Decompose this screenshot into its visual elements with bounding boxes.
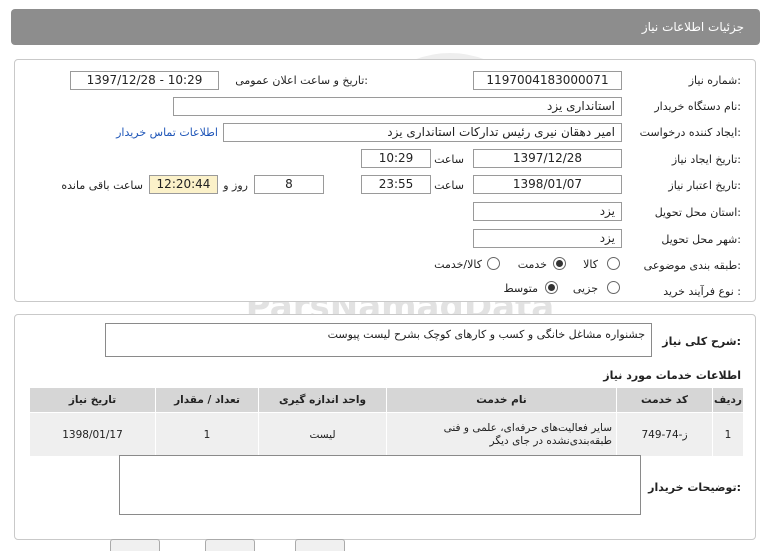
delivery-city-field: یزد bbox=[473, 229, 622, 248]
created-date-label: تاریخ ایجاد نیاز: bbox=[671, 153, 741, 166]
footer-button-right[interactable] bbox=[295, 539, 345, 551]
col-name-header: نام خدمت bbox=[386, 387, 617, 413]
services-section-title: اطلاعات خدمات مورد نیاز bbox=[603, 369, 741, 382]
cell-unit: لیست bbox=[258, 412, 387, 457]
col-qty-header: تعداد / مقدار bbox=[155, 387, 259, 413]
remaining-label: ساعت باقی مانده bbox=[61, 179, 143, 192]
category-option-goods-service: کالا/خدمت bbox=[434, 258, 482, 271]
process-radio-medium[interactable] bbox=[545, 281, 558, 294]
buyer-notes-field bbox=[119, 455, 641, 515]
col-code-header: کد خدمت bbox=[616, 387, 713, 413]
col-date-header: تاریخ نیاز bbox=[29, 387, 156, 413]
delivery-city-label: شهر محل تحویل: bbox=[661, 233, 741, 246]
footer-button-mid[interactable] bbox=[205, 539, 255, 551]
table-row: 1 ز-74-749 سایر فعالیت‌های حرفه‌ای، علمی… bbox=[29, 412, 744, 457]
col-unit-header: واحد اندازه گیری bbox=[258, 387, 387, 413]
validity-label: تاریخ اعتبار نیاز: bbox=[668, 179, 741, 192]
cell-qty: 1 bbox=[155, 412, 259, 457]
buyer-notes-label: توضیحات خریدار: bbox=[648, 481, 741, 494]
col-row-header: ردیف bbox=[712, 387, 744, 413]
process-option-minor: جزیی bbox=[572, 282, 598, 295]
created-date-field: 1397/12/28 bbox=[473, 149, 622, 168]
page-header: جزئیات اطلاعات نیاز bbox=[11, 9, 760, 45]
general-desc-field: جشنواره مشاغل خانگی و کسب و کارهای کوچک … bbox=[105, 323, 652, 357]
category-option-goods: کالا bbox=[583, 258, 598, 271]
days-label: روز و bbox=[223, 179, 248, 192]
services-table: ردیف کد خدمت نام خدمت واحد اندازه گیری ت… bbox=[29, 387, 744, 457]
process-option-medium: متوسط bbox=[503, 282, 538, 295]
cell-name: سایر فعالیت‌های حرفه‌ای، علمی و فنی طبقه… bbox=[386, 412, 617, 457]
created-time-field: 10:29 bbox=[361, 149, 431, 168]
requester-field: امیر دهقان نیری رئیس تدارکات استانداری ی… bbox=[223, 123, 622, 142]
requester-label: ایجاد کننده درخواست: bbox=[639, 126, 741, 139]
remaining-days-field: 8 bbox=[254, 175, 324, 194]
category-label: طبقه بندی موضوعی: bbox=[643, 259, 741, 272]
process-radio-minor[interactable] bbox=[607, 281, 620, 294]
category-radio-goods-service[interactable] bbox=[487, 257, 500, 270]
delivery-province-field: یزد bbox=[473, 202, 622, 221]
buyer-org-label: نام دستگاه خریدار: bbox=[654, 100, 741, 113]
cell-date: 1398/01/17 bbox=[29, 412, 156, 457]
footer-button-left[interactable] bbox=[110, 539, 160, 551]
buyer-org-field: استانداری یزد bbox=[173, 97, 622, 116]
category-radio-service[interactable] bbox=[553, 257, 566, 270]
category-radio-goods[interactable] bbox=[607, 257, 620, 270]
need-number-label: شماره نیاز: bbox=[688, 74, 741, 87]
announce-field: 1397/12/28 - 10:29 bbox=[70, 71, 219, 90]
buyer-contact-link[interactable]: اطلاعات تماس خریدار bbox=[116, 126, 218, 139]
general-desc-label: شرح کلی نیاز: bbox=[662, 335, 741, 348]
announce-label: تاریخ و ساعت اعلان عمومی: bbox=[235, 74, 368, 87]
cell-row: 1 bbox=[712, 412, 744, 457]
page-title: جزئیات اطلاعات نیاز bbox=[641, 20, 744, 34]
validity-time-label: ساعت bbox=[434, 179, 464, 192]
remaining-time-field: 12:20:44 bbox=[149, 175, 218, 194]
need-number-field: 1197004183000071 bbox=[473, 71, 622, 90]
delivery-province-label: استان محل تحویل: bbox=[654, 206, 741, 219]
process-label: نوع فرآیند خرید : bbox=[663, 285, 741, 298]
validity-date-field: 1398/01/07 bbox=[473, 175, 622, 194]
cell-code: ز-74-749 bbox=[616, 412, 713, 457]
validity-time-field: 23:55 bbox=[361, 175, 431, 194]
table-header-row: ردیف کد خدمت نام خدمت واحد اندازه گیری ت… bbox=[29, 387, 744, 413]
created-time-label: ساعت bbox=[434, 153, 464, 166]
category-option-service: خدمت bbox=[517, 258, 547, 271]
